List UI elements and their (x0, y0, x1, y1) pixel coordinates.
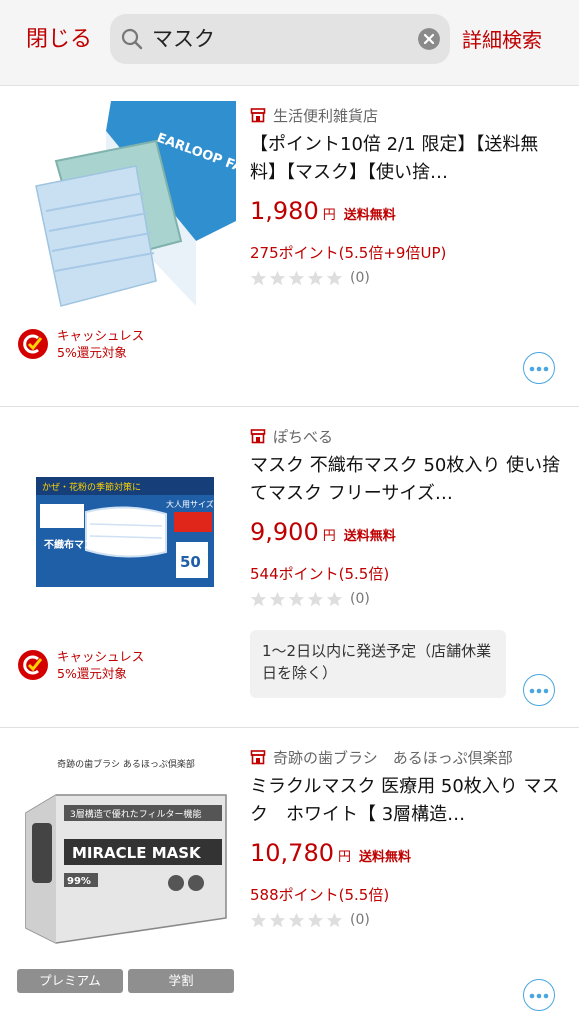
points: 275ポイント(5.5倍+9倍UP) (250, 244, 447, 262)
shop-icon (250, 750, 266, 765)
clear-icon[interactable] (418, 28, 440, 50)
student-discount-badge: 学割 (128, 969, 234, 993)
shop-icon (250, 429, 266, 444)
more-options-button[interactable] (523, 979, 555, 1011)
product-image[interactable]: かぜ・花粉の季節対策に 大人用サイズ 不織布マスク 50 (16, 422, 236, 642)
free-shipping-label: 送料無料 (343, 208, 396, 223)
yen-unit: 円 (337, 850, 351, 865)
search-header: 閉じる マスク 詳細検索 (0, 0, 579, 86)
product-item[interactable]: EARLOOP FACE MASK キャッシュレス 5%還元対象 生活便利雑貨店… (0, 87, 579, 407)
rating: (0) (250, 909, 370, 931)
rating: (0) (250, 588, 370, 610)
star-icon (326, 270, 343, 285)
shop-row[interactable]: 生活便利雑貨店 (250, 103, 378, 127)
price-row: 10,780 円 送料無料 (250, 839, 411, 873)
more-icon (529, 366, 549, 372)
price: 1,980 (250, 197, 319, 225)
svg-text:50: 50 (180, 553, 201, 571)
shop-name: 生活便利雑貨店 (273, 106, 379, 125)
product-title[interactable]: 【ポイント10倍 2/1 限定】【送料無料】【マスク】【使い捨… (250, 131, 562, 189)
review-count[interactable]: (0) (350, 591, 370, 607)
more-options-button[interactable] (523, 674, 555, 706)
star-icon (269, 270, 286, 285)
more-icon (529, 993, 549, 999)
star-icon (250, 912, 267, 927)
svg-text:不織布マスク: 不織布マスク (44, 538, 104, 551)
cashless-icon (18, 329, 48, 359)
price-row: 1,980 円 送料無料 (250, 197, 396, 231)
free-shipping-label: 送料無料 (359, 850, 412, 865)
star-icon (326, 912, 343, 927)
svg-text:99%: 99% (67, 876, 91, 887)
shipping-note: 1〜2日以内に発送予定（店舗休業日を除く） (250, 630, 506, 698)
star-icon (307, 270, 324, 285)
shop-row[interactable]: 奇跡の歯ブラシ あるほっぷ倶楽部 (250, 745, 513, 769)
more-options-button[interactable] (523, 352, 555, 384)
shop-name: ぽちべる (273, 427, 334, 446)
cashless-icon (18, 650, 48, 680)
product-title[interactable]: マスク 不織布マスク 50枚入り 使い捨てマスク フリーサイズ… (250, 452, 562, 510)
rating: (0) (250, 267, 370, 289)
search-query: マスク (152, 27, 215, 51)
price: 9,900 (250, 518, 319, 546)
star-icon (250, 591, 267, 606)
shop-name: 奇跡の歯ブラシ あるほっぷ倶楽部 (273, 748, 513, 767)
star-icon (269, 591, 286, 606)
product-image[interactable]: 奇跡の歯ブラシ あるほっぷ倶楽部 3層構造で優れたフィルター機能 MIRACLE… (16, 743, 236, 963)
product-image[interactable]: EARLOOP FACE MASK (16, 101, 236, 321)
svg-text:MIRACLE MASK: MIRACLE MASK (72, 844, 202, 862)
more-icon (529, 688, 549, 694)
product-item[interactable]: 奇跡の歯ブラシ あるほっぷ倶楽部 3層構造で優れたフィルター機能 MIRACLE… (0, 729, 579, 1024)
svg-text:3層構造で優れたフィルター機能: 3層構造で優れたフィルター機能 (70, 808, 202, 820)
star-icon (269, 912, 286, 927)
free-shipping-label: 送料無料 (343, 529, 396, 544)
cashless-badge: キャッシュレス 5%還元対象 (17, 648, 144, 682)
points: 544ポイント(5.5倍) (250, 565, 390, 583)
star-icon (307, 591, 324, 606)
shop-row[interactable]: ぽちべる (250, 424, 333, 448)
star-icon (288, 912, 305, 927)
product-item[interactable]: かぜ・花粉の季節対策に 大人用サイズ 不織布マスク 50 キャッシュレス 5%還… (0, 408, 579, 728)
advanced-search-button[interactable]: 詳細検索 (462, 24, 542, 56)
price-row: 9,900 円 送料無料 (250, 518, 396, 552)
points: 588ポイント(5.5倍) (250, 886, 390, 904)
yen-unit: 円 (322, 208, 336, 223)
star-icon (326, 591, 343, 606)
svg-text:大人用サイズ: 大人用サイズ (166, 499, 214, 509)
svg-text:奇跡の歯ブラシ あるほっぷ倶楽部: 奇跡の歯ブラシ あるほっぷ倶楽部 (57, 758, 195, 770)
star-icon (307, 912, 324, 927)
review-count[interactable]: (0) (350, 912, 370, 928)
star-icon (288, 591, 305, 606)
yen-unit: 円 (322, 529, 336, 544)
svg-text:かぜ・花粉の季節対策に: かぜ・花粉の季節対策に (42, 481, 141, 493)
shop-icon (250, 108, 266, 123)
search-icon (121, 28, 143, 50)
review-count[interactable]: (0) (350, 270, 370, 286)
product-title[interactable]: ミラクルマスク 医療用 50枚入り マスク ホワイト【 3層構造… (250, 773, 562, 831)
star-icon (250, 270, 267, 285)
search-input[interactable]: マスク (110, 14, 450, 64)
star-icon (288, 270, 305, 285)
price: 10,780 (250, 839, 334, 867)
premium-badge: プレミアム (17, 969, 123, 993)
cashless-badge: キャッシュレス 5%還元対象 (17, 327, 144, 361)
close-button[interactable]: 閉じる (26, 24, 92, 56)
